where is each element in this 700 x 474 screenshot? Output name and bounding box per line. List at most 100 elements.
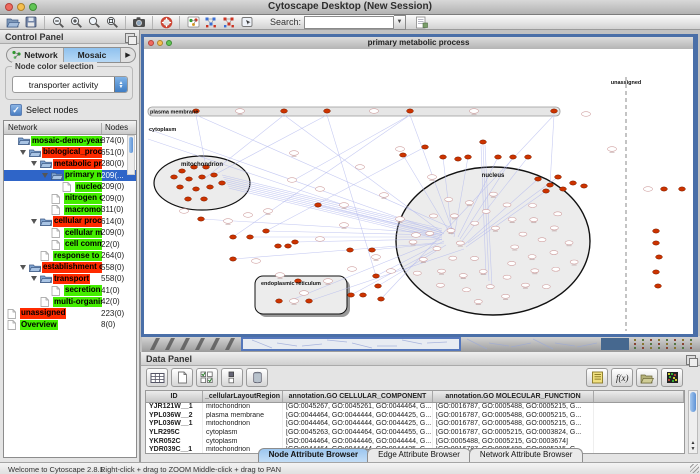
tree-row-nucleobase-[interactable]: nucleobase-209(0) [4, 181, 136, 193]
tree-expander-icon[interactable] [20, 150, 26, 155]
network-node[interactable] [407, 109, 414, 113]
network-node[interactable] [201, 197, 208, 201]
network-node[interactable] [199, 175, 206, 179]
tree-scrollbar[interactable] [127, 135, 135, 175]
tree-row-cellular-metabol[interactable]: cellular metabol209(0) [4, 227, 136, 239]
tree-row-multi-organism-pro[interactable]: multi-organism pro42(0) [4, 296, 136, 308]
tree-row-metabolic-process[interactable]: metabolic process280(0) [4, 158, 136, 170]
tree-row-secretion[interactable]: secretion41(0) [4, 285, 136, 297]
network-node[interactable] [510, 155, 517, 159]
tree-expander-icon[interactable] [31, 219, 37, 224]
column-header[interactable]: ID [146, 391, 203, 402]
tree-row-primary-metabo[interactable]: primary metabo209(... [4, 170, 136, 182]
table-row[interactable]: YLR295Ccytoplasm[GO:0045263, GO:0044464,… [146, 429, 684, 438]
network-node[interactable] [480, 140, 487, 144]
tree-expander-icon[interactable] [42, 173, 48, 178]
tree-row-transport[interactable]: transport558(0) [4, 273, 136, 285]
network-node[interactable] [378, 297, 385, 301]
network-node[interactable] [275, 244, 282, 248]
resize-grip[interactable] [690, 464, 699, 473]
plugin-manager-icon[interactable] [413, 16, 429, 29]
delete-attributes-icon[interactable] [246, 368, 268, 387]
network-node[interactable] [661, 187, 668, 191]
network-node[interactable] [247, 235, 254, 239]
select-nodes-checkbox[interactable]: ✓ [10, 104, 22, 116]
network-node[interactable] [211, 173, 218, 177]
node-color-dropdown[interactable]: transporter activity ▲▼ [12, 76, 128, 93]
network-node[interactable] [560, 187, 567, 191]
network-node[interactable] [324, 109, 331, 113]
unhide-nodes-icon[interactable] [221, 16, 237, 29]
network-node[interactable] [306, 299, 313, 303]
tab-network-attribute-browser[interactable]: Network Attribute Browser [469, 448, 583, 462]
attribute-matrix-icon[interactable] [661, 368, 683, 387]
network-node[interactable] [347, 248, 354, 252]
table-row[interactable]: YPL036W__2plasma membrane[GO:0044464, GO… [146, 412, 684, 421]
network-node[interactable] [656, 255, 663, 259]
network-node[interactable] [525, 155, 532, 159]
network-node[interactable] [570, 181, 577, 185]
table-row[interactable]: YPL036W__1mitochondrion[GO:0044464, GO:0… [146, 420, 684, 429]
zoom-out-icon[interactable] [50, 16, 66, 29]
network-node[interactable] [455, 157, 462, 161]
network-node[interactable] [655, 284, 662, 288]
network-node[interactable] [315, 203, 322, 207]
network-node[interactable] [219, 181, 226, 185]
network-node[interactable] [653, 241, 660, 245]
network-node[interactable] [465, 155, 472, 159]
network-node[interactable] [263, 229, 270, 233]
tree-row-unassigned[interactable]: unassigned223(0) [4, 308, 136, 320]
network-node[interactable] [177, 185, 184, 189]
tab-mosaic[interactable]: Mosaic [64, 48, 121, 62]
hide-selected-nodes-icon[interactable] [203, 16, 219, 29]
tree-row-biological-process[interactable]: biological_process651(0) [4, 147, 136, 159]
float-panel-icon[interactable] [125, 33, 135, 43]
import-attributes-icon[interactable] [636, 368, 658, 387]
network-node[interactable] [547, 183, 554, 187]
attribute-list-icon[interactable] [586, 368, 608, 387]
zoom-in-icon[interactable] [68, 16, 84, 29]
attribute-table-icon[interactable] [146, 368, 168, 387]
network-node[interactable] [679, 187, 686, 191]
network-node[interactable] [193, 187, 200, 191]
zoom-selected-region-icon[interactable] [86, 16, 102, 29]
search-dropdown-arrow[interactable]: ▼ [394, 15, 406, 30]
help-icon[interactable] [158, 16, 174, 29]
tree-row-mosaic-demo-yeast[interactable]: mosaic-demo-yeast874(0) [4, 135, 136, 147]
tree-expander-icon[interactable] [31, 161, 37, 166]
deselect-attributes-icon[interactable] [221, 368, 243, 387]
network-node[interactable] [207, 185, 214, 189]
save-session-icon[interactable] [23, 16, 39, 29]
tab-overflow-arrow[interactable]: ▶ [121, 48, 135, 62]
tree-row-establishment-of-lo[interactable]: establishment of lo558(0) [4, 262, 136, 274]
zoom-whole-network-icon[interactable] [104, 16, 120, 29]
tab-node-attribute-browser[interactable]: Node Attribute Browser [258, 448, 370, 462]
search-input[interactable] [304, 16, 394, 29]
tree-row-cellular-process[interactable]: cellular process614(0) [4, 216, 136, 228]
select-attributes-icon[interactable] [196, 368, 218, 387]
tree-expander-icon[interactable] [20, 265, 26, 270]
network-node[interactable] [369, 248, 376, 252]
network-node[interactable] [422, 145, 429, 149]
network-node[interactable] [400, 153, 407, 157]
tree-expander-icon[interactable] [31, 276, 37, 281]
function-builder-icon[interactable]: f(x) [611, 368, 633, 387]
vizmapper-icon[interactable] [185, 16, 201, 29]
tab-network[interactable]: Network [7, 48, 64, 62]
tree-row-cell-communicat[interactable]: cell communicat22(0) [4, 239, 136, 251]
network-node[interactable] [185, 197, 192, 201]
open-session-icon[interactable] [5, 16, 21, 29]
network-node[interactable] [551, 109, 558, 113]
network-canvas[interactable]: plasma membrane cytoplasm mitochondrion … [144, 49, 693, 334]
network-node[interactable] [495, 155, 502, 159]
network-node[interactable] [375, 284, 382, 288]
network-node[interactable] [171, 175, 178, 179]
network-node[interactable] [179, 169, 186, 173]
column-header[interactable]: annotation.GO MOLECULAR_FUNCTION [433, 391, 594, 402]
float-data-panel-icon[interactable] [686, 355, 696, 365]
network-node[interactable] [198, 217, 205, 221]
network-node[interactable] [360, 293, 367, 297]
column-header[interactable]: annotation.GO CELLULAR_COMPONENT [283, 391, 433, 402]
network-node[interactable] [292, 240, 299, 244]
network-node[interactable] [543, 189, 550, 193]
